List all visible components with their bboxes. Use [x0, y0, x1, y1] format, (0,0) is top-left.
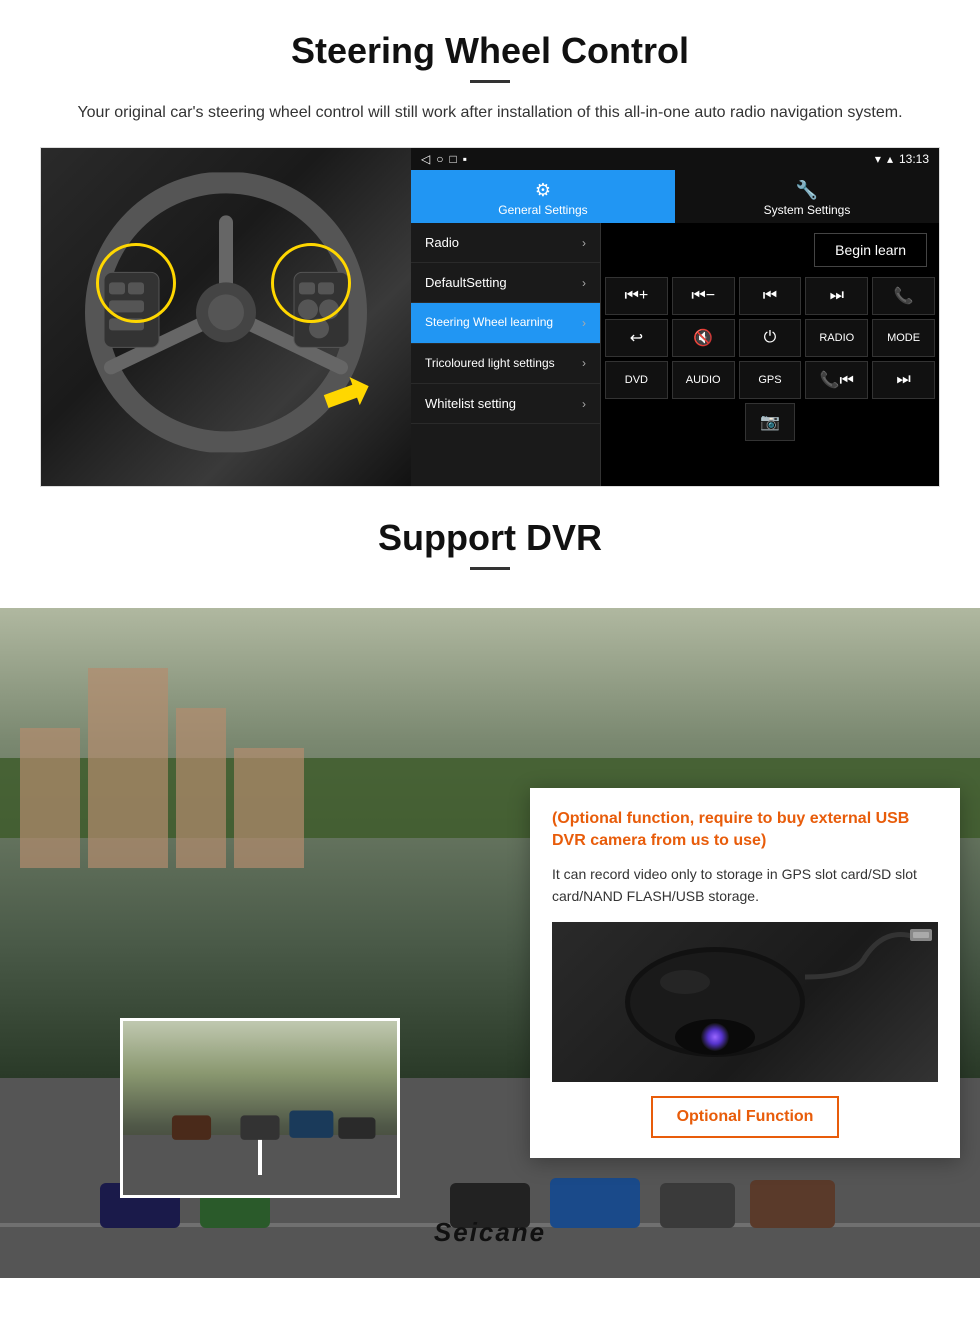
radio-button[interactable]: RADIO [805, 319, 868, 357]
tab-general-settings[interactable]: ⚙ General Settings [411, 170, 675, 223]
dvr-background: Seicane (Optional function, require to b… [0, 608, 980, 1278]
status-time: 13:13 [899, 152, 929, 166]
dvr-camera-svg [555, 927, 935, 1077]
record-icon: ▪ [463, 152, 467, 166]
chevron-icon-3: › [582, 316, 586, 330]
dvr-section: Support DVR [0, 487, 980, 1287]
vol-down-button[interactable]: ⏮− [672, 277, 735, 315]
button-row-3: DVD AUDIO GPS 📞⏮ ⏭ [605, 361, 935, 399]
steering-demo: ➡ ◁ ○ □ ▪ ▾ ▴ 13:13 ⚙ General Settings [40, 147, 940, 487]
dvr-title-area: Support DVR [0, 487, 980, 608]
tab-general-label: General Settings [498, 203, 587, 217]
seicane-branding: Seicane [434, 1217, 546, 1248]
menu-list: Radio › DefaultSetting › Steering Wheel … [411, 223, 601, 486]
audio-button[interactable]: AUDIO [672, 361, 735, 399]
vol-up-button[interactable]: ⏮+ [605, 277, 668, 315]
dvr-info-card: (Optional function, require to buy exter… [530, 788, 960, 1158]
menu-item-tricoloured-label: Tricoloured light settings [425, 356, 555, 372]
next-combo-button[interactable]: ⏭ [872, 361, 935, 399]
menu-item-tricoloured[interactable]: Tricoloured light settings › [411, 344, 600, 385]
steering-section: Steering Wheel Control Your original car… [0, 0, 980, 487]
dvr-title-divider [470, 567, 510, 570]
button-row-4: 📷 [605, 403, 935, 441]
android-tabs: ⚙ General Settings 🔧 System Settings [411, 170, 939, 223]
bg-buildings [20, 668, 304, 868]
chevron-icon: › [582, 236, 586, 250]
dvr-icon-button[interactable]: 📷 [745, 403, 795, 441]
dvd-button[interactable]: DVD [605, 361, 668, 399]
dvr-optional-text: (Optional function, require to buy exter… [552, 808, 938, 853]
menu-item-whitelist-label: Whitelist setting [425, 396, 516, 411]
recent-nav-icon[interactable]: □ [449, 152, 456, 166]
mode-button[interactable]: MODE [872, 319, 935, 357]
prev-track-button[interactable]: ⏮ [739, 277, 802, 315]
title-divider [470, 80, 510, 83]
bg-building-4 [234, 748, 304, 868]
phone-prev-button[interactable]: 📞⏮ [805, 361, 868, 399]
menu-item-radio-label: Radio [425, 235, 459, 250]
button-row-1: ⏮+ ⏮− ⏮ ⏭ 📞 [605, 277, 935, 315]
optional-function-button[interactable]: Optional Function [651, 1096, 840, 1138]
next-track-button[interactable]: ⏭ [805, 277, 868, 315]
bg-building-1 [20, 728, 80, 868]
power-button[interactable]: ⏻ [739, 319, 802, 357]
mute-button[interactable]: 🔇 [672, 319, 735, 357]
steering-subtitle: Your original car's steering wheel contr… [60, 101, 920, 125]
dvr-description: It can record video only to storage in G… [552, 863, 938, 908]
bg-building-2 [88, 668, 168, 868]
menu-item-radio[interactable]: Radio › [411, 223, 600, 263]
button-grid: Begin learn ⏮+ ⏮− ⏮ ⏭ 📞 ↩ 🔇 ⏻ [601, 223, 939, 486]
tab-system-label: System Settings [764, 203, 851, 217]
steering-title: Steering Wheel Control [40, 30, 940, 72]
dvr-thumbnail [120, 1018, 400, 1198]
phone-button[interactable]: 📞 [872, 277, 935, 315]
left-highlight-circle [96, 243, 176, 323]
button-row-2: ↩ 🔇 ⏻ RADIO MODE [605, 319, 935, 357]
tab-system-settings[interactable]: 🔧 System Settings [675, 170, 939, 223]
home-nav-icon[interactable]: ○ [436, 152, 443, 166]
menu-item-steering-learning[interactable]: Steering Wheel learning › [411, 303, 600, 344]
chevron-icon-4: › [582, 356, 586, 370]
system-settings-icon: 🔧 [796, 180, 818, 201]
android-statusbar: ◁ ○ □ ▪ ▾ ▴ 13:13 [411, 148, 939, 170]
chevron-icon-2: › [582, 276, 586, 290]
wifi-icon: ▴ [887, 152, 893, 166]
android-panel: ◁ ○ □ ▪ ▾ ▴ 13:13 ⚙ General Settings 🔧 S… [411, 148, 939, 486]
steering-photo: ➡ [41, 148, 411, 487]
begin-learn-row: Begin learn [605, 227, 935, 273]
dvr-title: Support DVR [0, 517, 980, 559]
dvr-camera-illustration [552, 922, 938, 1082]
menu-item-whitelist[interactable]: Whitelist setting › [411, 384, 600, 424]
bg-building-3 [176, 708, 226, 868]
hang-up-button[interactable]: ↩ [605, 319, 668, 357]
signal-icon: ▾ [875, 152, 881, 166]
back-nav-icon[interactable]: ◁ [421, 152, 430, 166]
menu-area: Radio › DefaultSetting › Steering Wheel … [411, 223, 939, 486]
thumb-cars-svg [123, 1095, 397, 1175]
chevron-icon-5: › [582, 397, 586, 411]
begin-learn-button[interactable]: Begin learn [814, 233, 927, 267]
menu-item-default-setting[interactable]: DefaultSetting › [411, 263, 600, 303]
menu-item-default-label: DefaultSetting [425, 275, 507, 290]
gps-button[interactable]: GPS [739, 361, 802, 399]
right-highlight-circle [271, 243, 351, 323]
settings-gear-icon: ⚙ [535, 180, 551, 201]
menu-item-steering-label: Steering Wheel learning [425, 315, 553, 331]
